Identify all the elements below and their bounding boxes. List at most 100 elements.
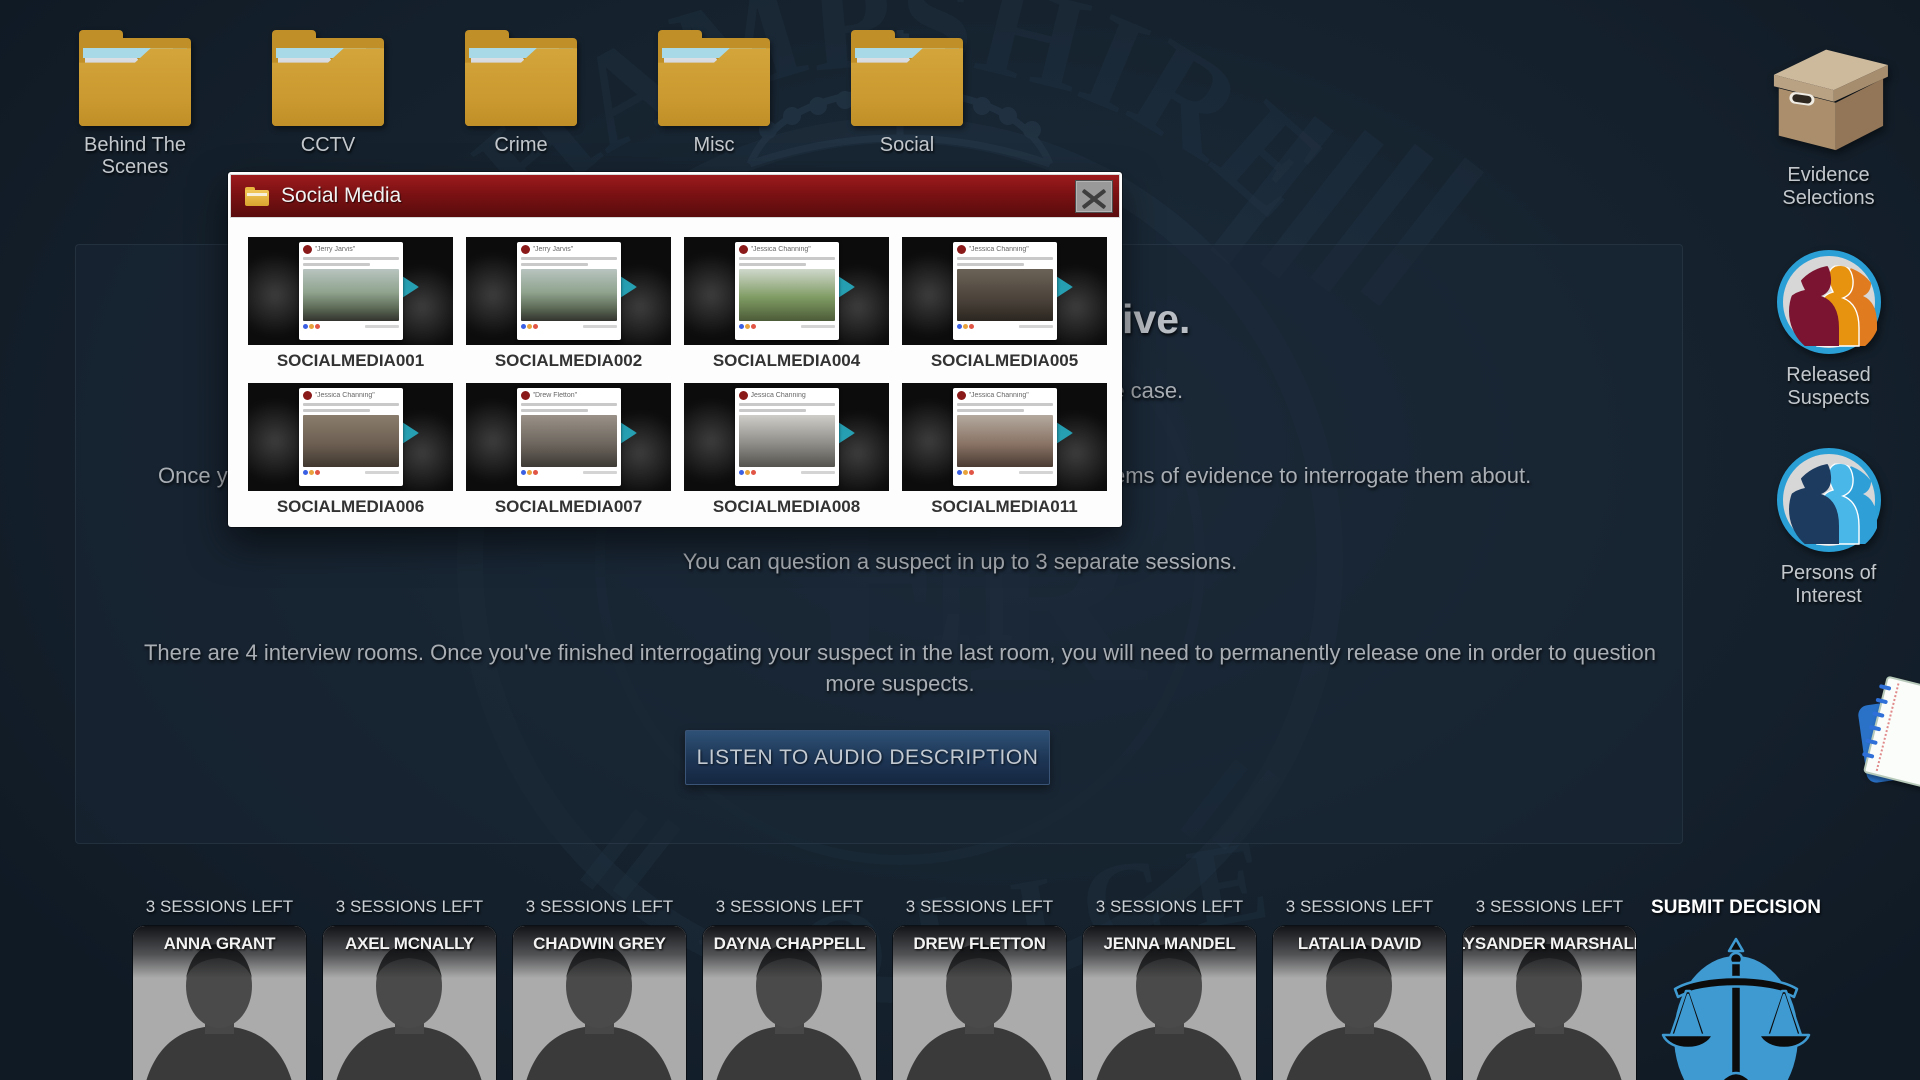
social-post-card: Jessica Channing	[735, 388, 839, 486]
thumbnail-label: SOCIALMEDIA004	[684, 351, 889, 371]
dialog-title: Social Media	[281, 184, 401, 208]
post-photo	[521, 415, 617, 467]
suspect-row: 3 SESSIONS LEFT ANNA GRANT 3 SESSIONS LE…	[133, 897, 1636, 1080]
folder-label: Behind The Scenes	[65, 134, 205, 178]
post-avatar	[957, 391, 966, 400]
post-avatar	[739, 245, 748, 254]
post-author: "Jerry Jarvis"	[315, 246, 356, 253]
right-rail: Evidence Selections Released Suspects	[1756, 0, 1901, 608]
thumbnail-label: SOCIALMEDIA005	[902, 351, 1107, 371]
panel-line5: There are 4 interview rooms. Once you've…	[120, 637, 1680, 699]
folder[interactable]: Social	[837, 30, 977, 178]
post-avatar	[303, 391, 312, 400]
post-author: "Jessica Channing"	[969, 392, 1029, 399]
suspect-name: DREW FLETTON	[913, 934, 1045, 978]
suspect-column: 3 SESSIONS LEFT AXEL MCNALLY	[323, 897, 496, 1080]
post-avatar	[957, 245, 966, 254]
folder[interactable]: Crime	[451, 30, 591, 178]
post-avatar	[303, 245, 312, 254]
listen-audio-description-button[interactable]: LISTEN TO AUDIO DESCRIPTION	[685, 730, 1050, 785]
evidence-thumbnail[interactable]: "Drew Fletton" SOCIALMEDIA007	[466, 383, 671, 517]
suspect-name: DAYNA CHAPPELL	[714, 934, 866, 978]
suspect-name-bar: DAYNA CHAPPELL	[703, 926, 876, 978]
social-post-card: "Drew Fletton"	[517, 388, 621, 486]
social-post-card: "Jessica Channing"	[299, 388, 403, 486]
folder[interactable]: CCTV	[258, 30, 398, 178]
thumbnail-label: SOCIALMEDIA011	[902, 497, 1107, 517]
suspect-column: 3 SESSIONS LEFT CHADWIN GREY	[513, 897, 686, 1080]
persons-of-interest-icon[interactable]	[1777, 448, 1881, 552]
post-author: "Jessica Channing"	[751, 246, 811, 253]
post-photo	[303, 415, 399, 467]
video-still: "Drew Fletton"	[466, 383, 671, 491]
suspect-name-bar: AXEL MCNALLY	[323, 926, 496, 978]
post-author: "Jerry Jarvis"	[533, 246, 574, 253]
notepad-icon[interactable]	[1860, 682, 1920, 802]
folder[interactable]: Behind The Scenes	[65, 30, 205, 178]
suspect-card[interactable]: CHADWIN GREY	[513, 926, 686, 1080]
suspect-card[interactable]: LYSANDER MARSHALL	[1463, 926, 1636, 1080]
thumbnail-label: SOCIALMEDIA006	[248, 497, 453, 517]
suspect-card[interactable]: JENNA MANDEL	[1083, 926, 1256, 1080]
video-still: Jessica Channing	[684, 383, 889, 491]
social-media-dialog: Social Media "Jerry Jarvis" SOCIALMED	[228, 172, 1122, 527]
suspect-column: 3 SESSIONS LEFT LYSANDER MARSHALL	[1463, 897, 1636, 1080]
folder-icon	[465, 30, 577, 126]
thumbnail-label: SOCIALMEDIA007	[466, 497, 671, 517]
panel-line3-left-fragment: Once y	[158, 463, 228, 489]
evidence-thumbnail[interactable]: "Jessica Channing" SOCIALMEDIA004	[684, 237, 889, 371]
post-photo	[739, 269, 835, 321]
suspect-column: 3 SESSIONS LEFT JENNA MANDEL	[1083, 897, 1256, 1080]
post-author: "Jessica Channing"	[315, 392, 375, 399]
evidence-box-icon[interactable]	[1765, 38, 1893, 152]
suspect-name: JENNA MANDEL	[1103, 934, 1235, 978]
folder[interactable]: Misc	[644, 30, 784, 178]
evidence-thumbnail[interactable]: "Jessica Channing" SOCIALMEDIA005	[902, 237, 1107, 371]
submit-decision-label: SUBMIT DECISION	[1650, 897, 1822, 919]
post-photo	[739, 415, 835, 467]
post-author: Jessica Channing	[751, 392, 806, 399]
evidence-selections-label: Evidence Selections	[1756, 164, 1901, 210]
evidence-thumbnail[interactable]: Jessica Channing SOCIALMEDIA008	[684, 383, 889, 517]
folder-icon	[272, 30, 384, 126]
suspect-name: ANNA GRANT	[164, 934, 276, 978]
post-photo	[521, 269, 617, 321]
folder-icon	[851, 30, 963, 126]
video-still: "Jessica Channing"	[902, 383, 1107, 491]
dialog-titlebar[interactable]: Social Media	[230, 174, 1120, 218]
suspect-card[interactable]: DREW FLETTON	[893, 926, 1066, 1080]
suspect-column: 3 SESSIONS LEFT LATALIA DAVID	[1273, 897, 1446, 1080]
evidence-thumbnail[interactable]: "Jerry Jarvis" SOCIALMEDIA002	[466, 237, 671, 371]
folder-icon	[245, 187, 269, 206]
post-author: "Drew Fletton"	[533, 392, 578, 399]
suspect-card[interactable]: ANNA GRANT	[133, 926, 306, 1080]
suspect-card[interactable]: DAYNA CHAPPELL	[703, 926, 876, 1080]
thumbnail-label: SOCIALMEDIA001	[248, 351, 453, 371]
sessions-left-label: 3 SESSIONS LEFT	[1476, 897, 1623, 917]
folder-label: Crime	[494, 134, 547, 156]
video-still: "Jessica Channing"	[902, 237, 1107, 345]
suspect-column: 3 SESSIONS LEFT DAYNA CHAPPELL	[703, 897, 876, 1080]
folder-label: CCTV	[301, 134, 355, 156]
video-still: "Jerry Jarvis"	[248, 237, 453, 345]
post-author: "Jessica Channing"	[969, 246, 1029, 253]
social-post-card: "Jerry Jarvis"	[517, 242, 621, 340]
panel-line4: You can question a suspect in up to 3 se…	[0, 549, 1920, 575]
suspect-name-bar: JENNA MANDEL	[1083, 926, 1256, 978]
scales-of-justice-icon[interactable]	[1650, 931, 1822, 1080]
suspect-card[interactable]: LATALIA DAVID	[1273, 926, 1446, 1080]
suspect-card[interactable]: AXEL MCNALLY	[323, 926, 496, 1080]
panel-line3-right-fragment: items of evidence to interrogate them ab…	[1102, 463, 1531, 489]
close-icon[interactable]	[1075, 180, 1113, 213]
evidence-thumbnail[interactable]: "Jessica Channing" SOCIALMEDIA006	[248, 383, 453, 517]
released-suspects-icon[interactable]	[1777, 250, 1881, 354]
evidence-archive-screen: HAMPSHIRE E R II POLICE Behind The Scene…	[0, 0, 1920, 1080]
sessions-left-label: 3 SESSIONS LEFT	[526, 897, 673, 917]
evidence-thumbnail[interactable]: "Jessica Channing" SOCIALMEDIA011	[902, 383, 1107, 517]
folder-icon	[79, 30, 191, 126]
video-still: "Jessica Channing"	[684, 237, 889, 345]
thumbnail-label: SOCIALMEDIA002	[466, 351, 671, 371]
evidence-folders: Behind The Scenes CCTV Crime Misc Social	[65, 30, 977, 178]
sessions-left-label: 3 SESSIONS LEFT	[146, 897, 293, 917]
evidence-thumbnail[interactable]: "Jerry Jarvis" SOCIALMEDIA001	[248, 237, 453, 371]
